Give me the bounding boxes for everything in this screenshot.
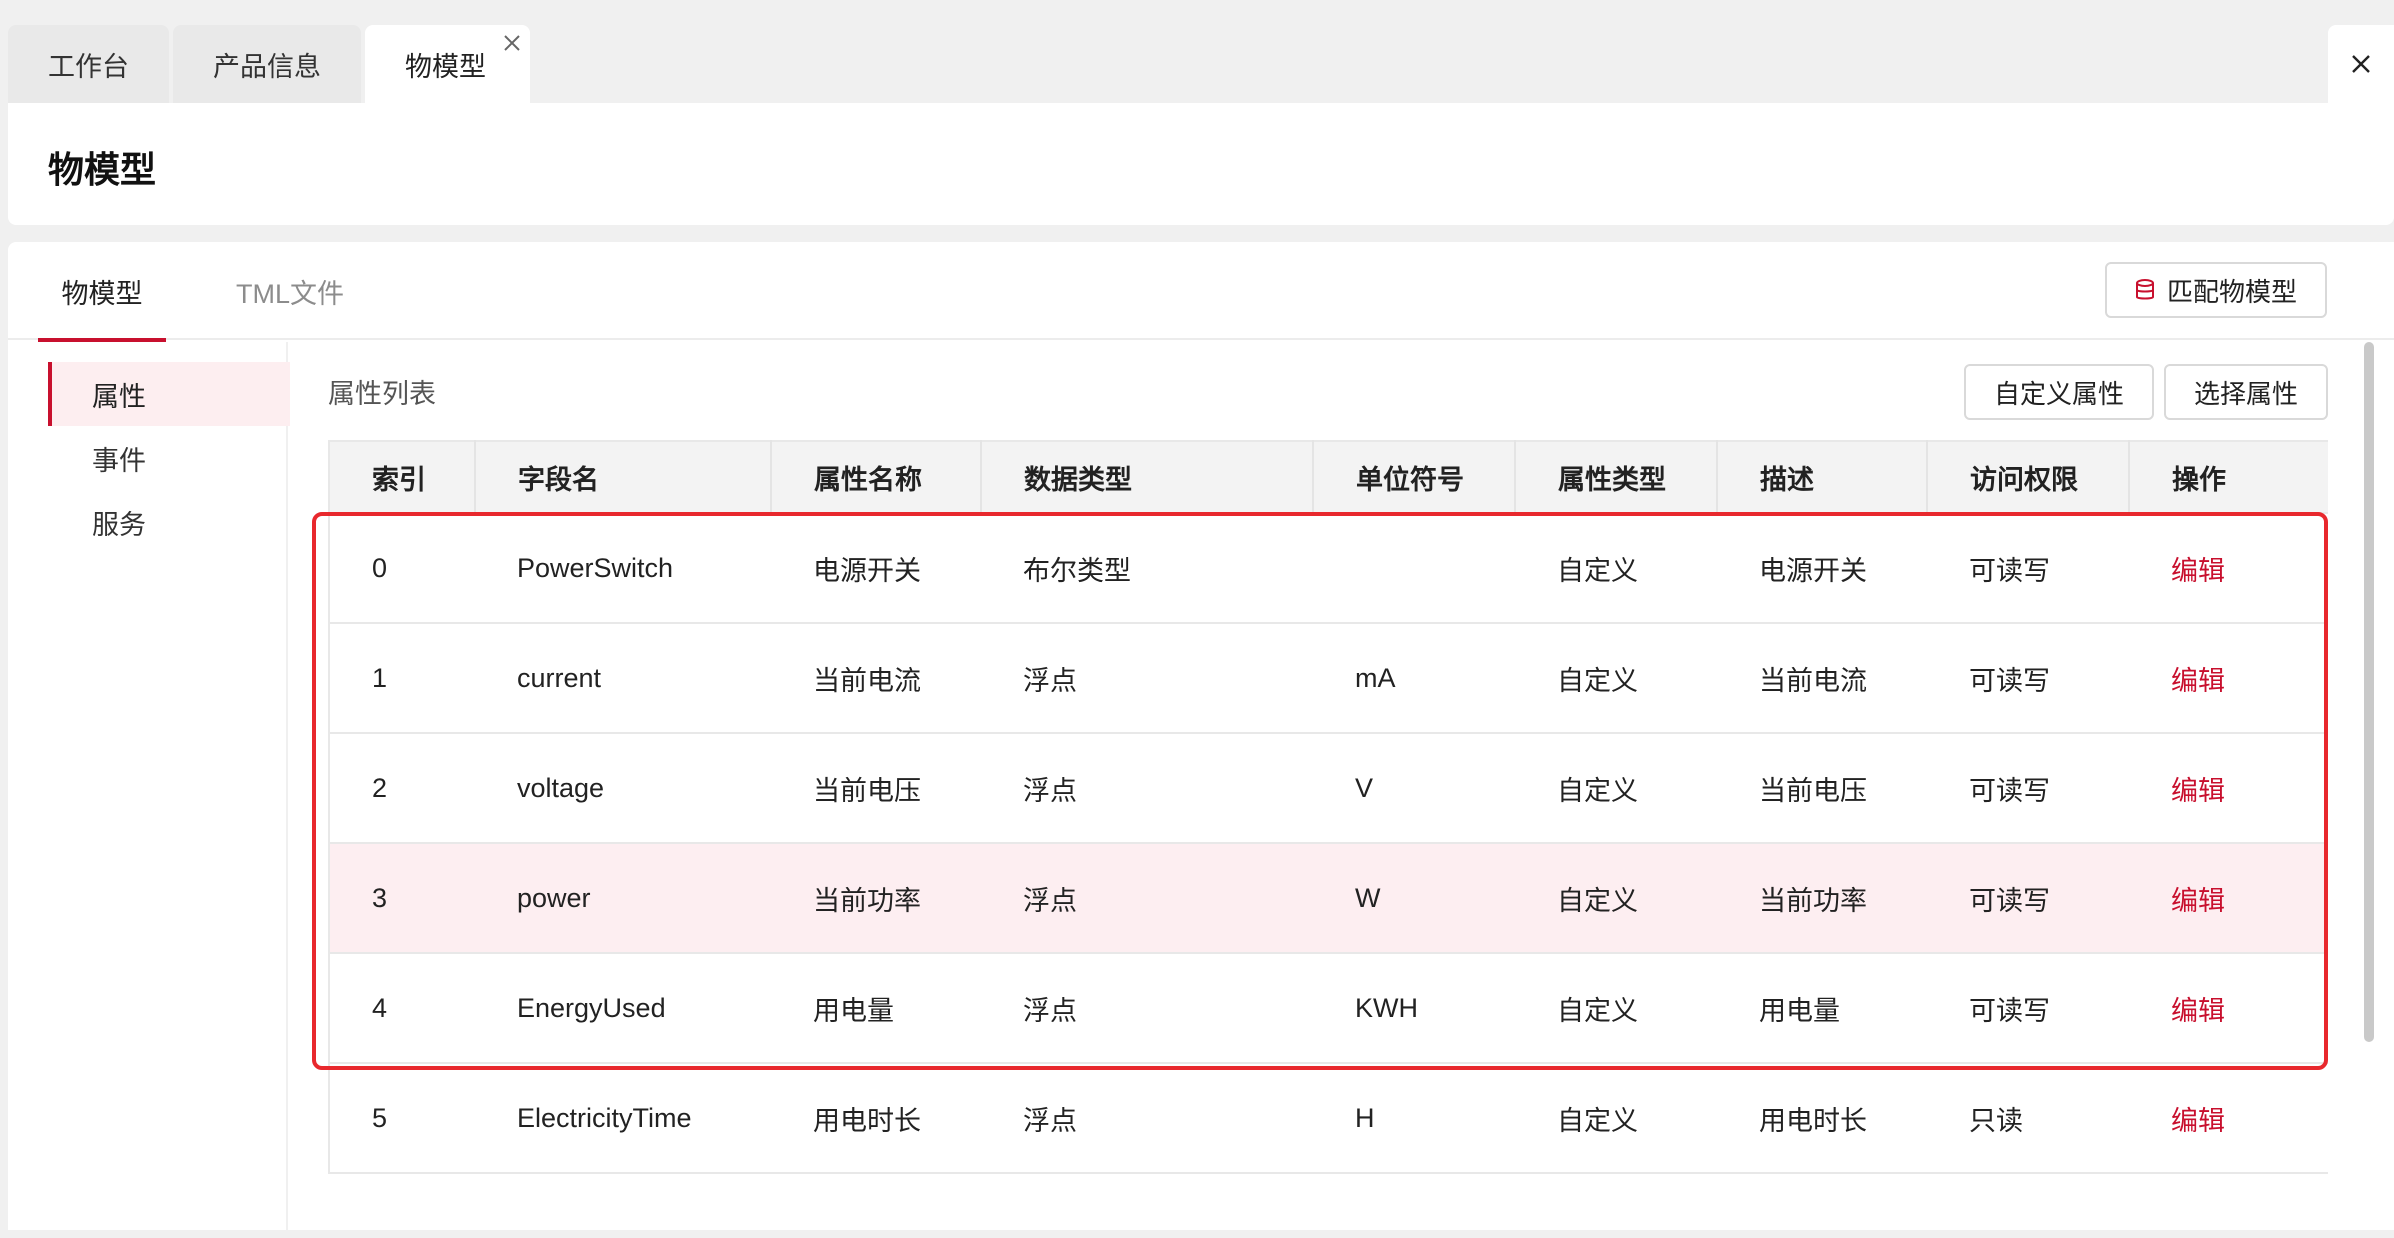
table-cell: PowerSwitch bbox=[475, 513, 771, 624]
edit-link[interactable]: 编辑 bbox=[2129, 843, 2328, 954]
table-cell: 用电量 bbox=[771, 953, 981, 1064]
table-cell: 自定义 bbox=[1515, 1063, 1717, 1174]
table-cell: 浮点 bbox=[981, 623, 1313, 734]
match-model-button[interactable]: 匹配物模型 bbox=[2105, 262, 2327, 318]
table-cell: 电源开关 bbox=[771, 513, 981, 624]
database-icon bbox=[2136, 279, 2154, 300]
table-cell: KWH bbox=[1313, 953, 1515, 1064]
table-cell: 5 bbox=[328, 1063, 475, 1174]
table-cell: 自定义 bbox=[1515, 843, 1717, 954]
table-row: 2 voltage 当前电压 浮点 V 自定义 当前电压 可读写 编辑 bbox=[328, 733, 2328, 844]
column-header: 属性类型 bbox=[1515, 440, 1718, 514]
list-title: 属性列表 bbox=[328, 379, 436, 409]
close-icon bbox=[2352, 55, 2370, 73]
table-cell: W bbox=[1313, 843, 1515, 954]
table-cell: 浮点 bbox=[981, 1063, 1313, 1174]
property-table-container: 索引 字段名 属性名称 数据类型 单位符号 属性类型 描述 访问权限 操作 0 PowerSwit… bbox=[328, 440, 2328, 1230]
table-cell: 浮点 bbox=[981, 953, 1313, 1064]
page-header: 物模型 bbox=[8, 103, 2394, 225]
table-cell: 当前功率 bbox=[1717, 843, 1927, 954]
table-cell: 可读写 bbox=[1927, 733, 2129, 844]
side-item-properties[interactable]: 属性 bbox=[48, 362, 290, 426]
table-cell: V bbox=[1313, 733, 1515, 844]
table-cell: mA bbox=[1313, 623, 1515, 734]
table-cell bbox=[1313, 513, 1515, 624]
table-cell: 4 bbox=[328, 953, 475, 1064]
tab-product-info[interactable]: 产品信息 bbox=[173, 25, 361, 103]
table-cell: voltage bbox=[475, 733, 771, 844]
table-cell: H bbox=[1313, 1063, 1515, 1174]
main-panel: 物模型 TML文件 匹配物模型 属性 事件 服务 属性列表 自定义属性 选择属性… bbox=[8, 242, 2394, 1230]
window-close-button[interactable] bbox=[2328, 25, 2394, 103]
table-cell: 可读写 bbox=[1927, 843, 2129, 954]
table-cell: 当前功率 bbox=[771, 843, 981, 954]
table-cell: 浮点 bbox=[981, 843, 1313, 954]
table-cell: power bbox=[475, 843, 771, 954]
scrollbar-thumb[interactable] bbox=[2364, 342, 2374, 1042]
table-row: 4 EnergyUsed 用电量 浮点 KWH 自定义 用电量 可读写 编辑 bbox=[328, 953, 2328, 1064]
tab-label: 产品信息 bbox=[213, 51, 321, 82]
table-header-row: 索引 字段名 属性名称 数据类型 单位符号 属性类型 描述 访问权限 操作 bbox=[328, 440, 2328, 514]
table-cell: 可读写 bbox=[1927, 953, 2129, 1064]
table-row: 1 current 当前电流 浮点 mA 自定义 当前电流 可读写 编辑 bbox=[328, 623, 2328, 734]
column-header: 操作 bbox=[2129, 440, 2328, 514]
table-cell: 只读 bbox=[1927, 1063, 2129, 1174]
table-cell: 2 bbox=[328, 733, 475, 844]
table-cell: 用电时长 bbox=[771, 1063, 981, 1174]
side-item-events[interactable]: 事件 bbox=[48, 426, 290, 490]
table-cell: 自定义 bbox=[1515, 513, 1717, 624]
table-cell: ElectricityTime bbox=[475, 1063, 771, 1174]
table-cell: current bbox=[475, 623, 771, 734]
tab-thing-model[interactable]: 物模型 bbox=[365, 25, 530, 103]
edit-link[interactable]: 编辑 bbox=[2129, 953, 2328, 1064]
edit-link[interactable]: 编辑 bbox=[2129, 1063, 2328, 1174]
top-tab-bar: 工作台 产品信息 物模型 bbox=[8, 25, 534, 103]
page-title: 物模型 bbox=[48, 149, 157, 190]
table-cell: 可读写 bbox=[1927, 513, 2129, 624]
column-header: 索引 bbox=[328, 440, 476, 514]
column-header: 数据类型 bbox=[981, 440, 1314, 514]
table-cell: 布尔类型 bbox=[981, 513, 1313, 624]
tab-label: 工作台 bbox=[48, 51, 129, 82]
side-item-services[interactable]: 服务 bbox=[48, 490, 290, 554]
table-row: 0 PowerSwitch 电源开关 布尔类型 自定义 电源开关 可读写 编辑 bbox=[328, 513, 2328, 624]
edit-link[interactable]: 编辑 bbox=[2129, 623, 2328, 734]
column-header: 描述 bbox=[1717, 440, 1928, 514]
table-cell: 当前电压 bbox=[771, 733, 981, 844]
edit-link[interactable]: 编辑 bbox=[2129, 513, 2328, 624]
match-model-label: 匹配物模型 bbox=[2167, 276, 2298, 307]
column-header: 属性名称 bbox=[771, 440, 982, 514]
table-cell: EnergyUsed bbox=[475, 953, 771, 1064]
tab-thing-model-view[interactable]: 物模型 bbox=[38, 242, 166, 342]
table-cell: 当前电压 bbox=[1717, 733, 1927, 844]
table-cell: 可读写 bbox=[1927, 623, 2129, 734]
scrollbar[interactable] bbox=[2364, 342, 2378, 1230]
tab-label: 物模型 bbox=[405, 51, 486, 82]
custom-property-button[interactable]: 自定义属性 bbox=[1964, 364, 2154, 420]
table-cell: 自定义 bbox=[1515, 733, 1717, 844]
column-header: 单位符号 bbox=[1313, 440, 1516, 514]
table-cell: 浮点 bbox=[981, 733, 1313, 844]
table-cell: 1 bbox=[328, 623, 475, 734]
table-cell: 当前电流 bbox=[771, 623, 981, 734]
table-cell: 用电量 bbox=[1717, 953, 1927, 1064]
tab-workbench[interactable]: 工作台 bbox=[8, 25, 169, 103]
table-cell: 用电时长 bbox=[1717, 1063, 1927, 1174]
table-cell: 0 bbox=[328, 513, 475, 624]
edit-link[interactable]: 编辑 bbox=[2129, 733, 2328, 844]
property-table: 索引 字段名 属性名称 数据类型 单位符号 属性类型 描述 访问权限 操作 0 PowerSwit… bbox=[328, 440, 2328, 1174]
table-cell: 电源开关 bbox=[1717, 513, 1927, 624]
close-icon[interactable] bbox=[500, 31, 524, 55]
column-header: 字段名 bbox=[475, 440, 772, 514]
main-tab-bar: 物模型 TML文件 匹配物模型 bbox=[8, 242, 2394, 342]
column-header: 访问权限 bbox=[1927, 440, 2130, 514]
table-cell: 自定义 bbox=[1515, 953, 1717, 1064]
table-row: 5 ElectricityTime 用电时长 浮点 H 自定义 用电时长 只读 编辑 bbox=[328, 1063, 2328, 1174]
table-cell: 自定义 bbox=[1515, 623, 1717, 734]
table-cell: 当前电流 bbox=[1717, 623, 1927, 734]
table-row: 3 power 当前功率 浮点 W 自定义 当前功率 可读写 编辑 bbox=[328, 843, 2328, 954]
tab-tml-file[interactable]: TML文件 bbox=[236, 242, 344, 340]
choose-property-button[interactable]: 选择属性 bbox=[2164, 364, 2328, 420]
table-cell: 3 bbox=[328, 843, 475, 954]
